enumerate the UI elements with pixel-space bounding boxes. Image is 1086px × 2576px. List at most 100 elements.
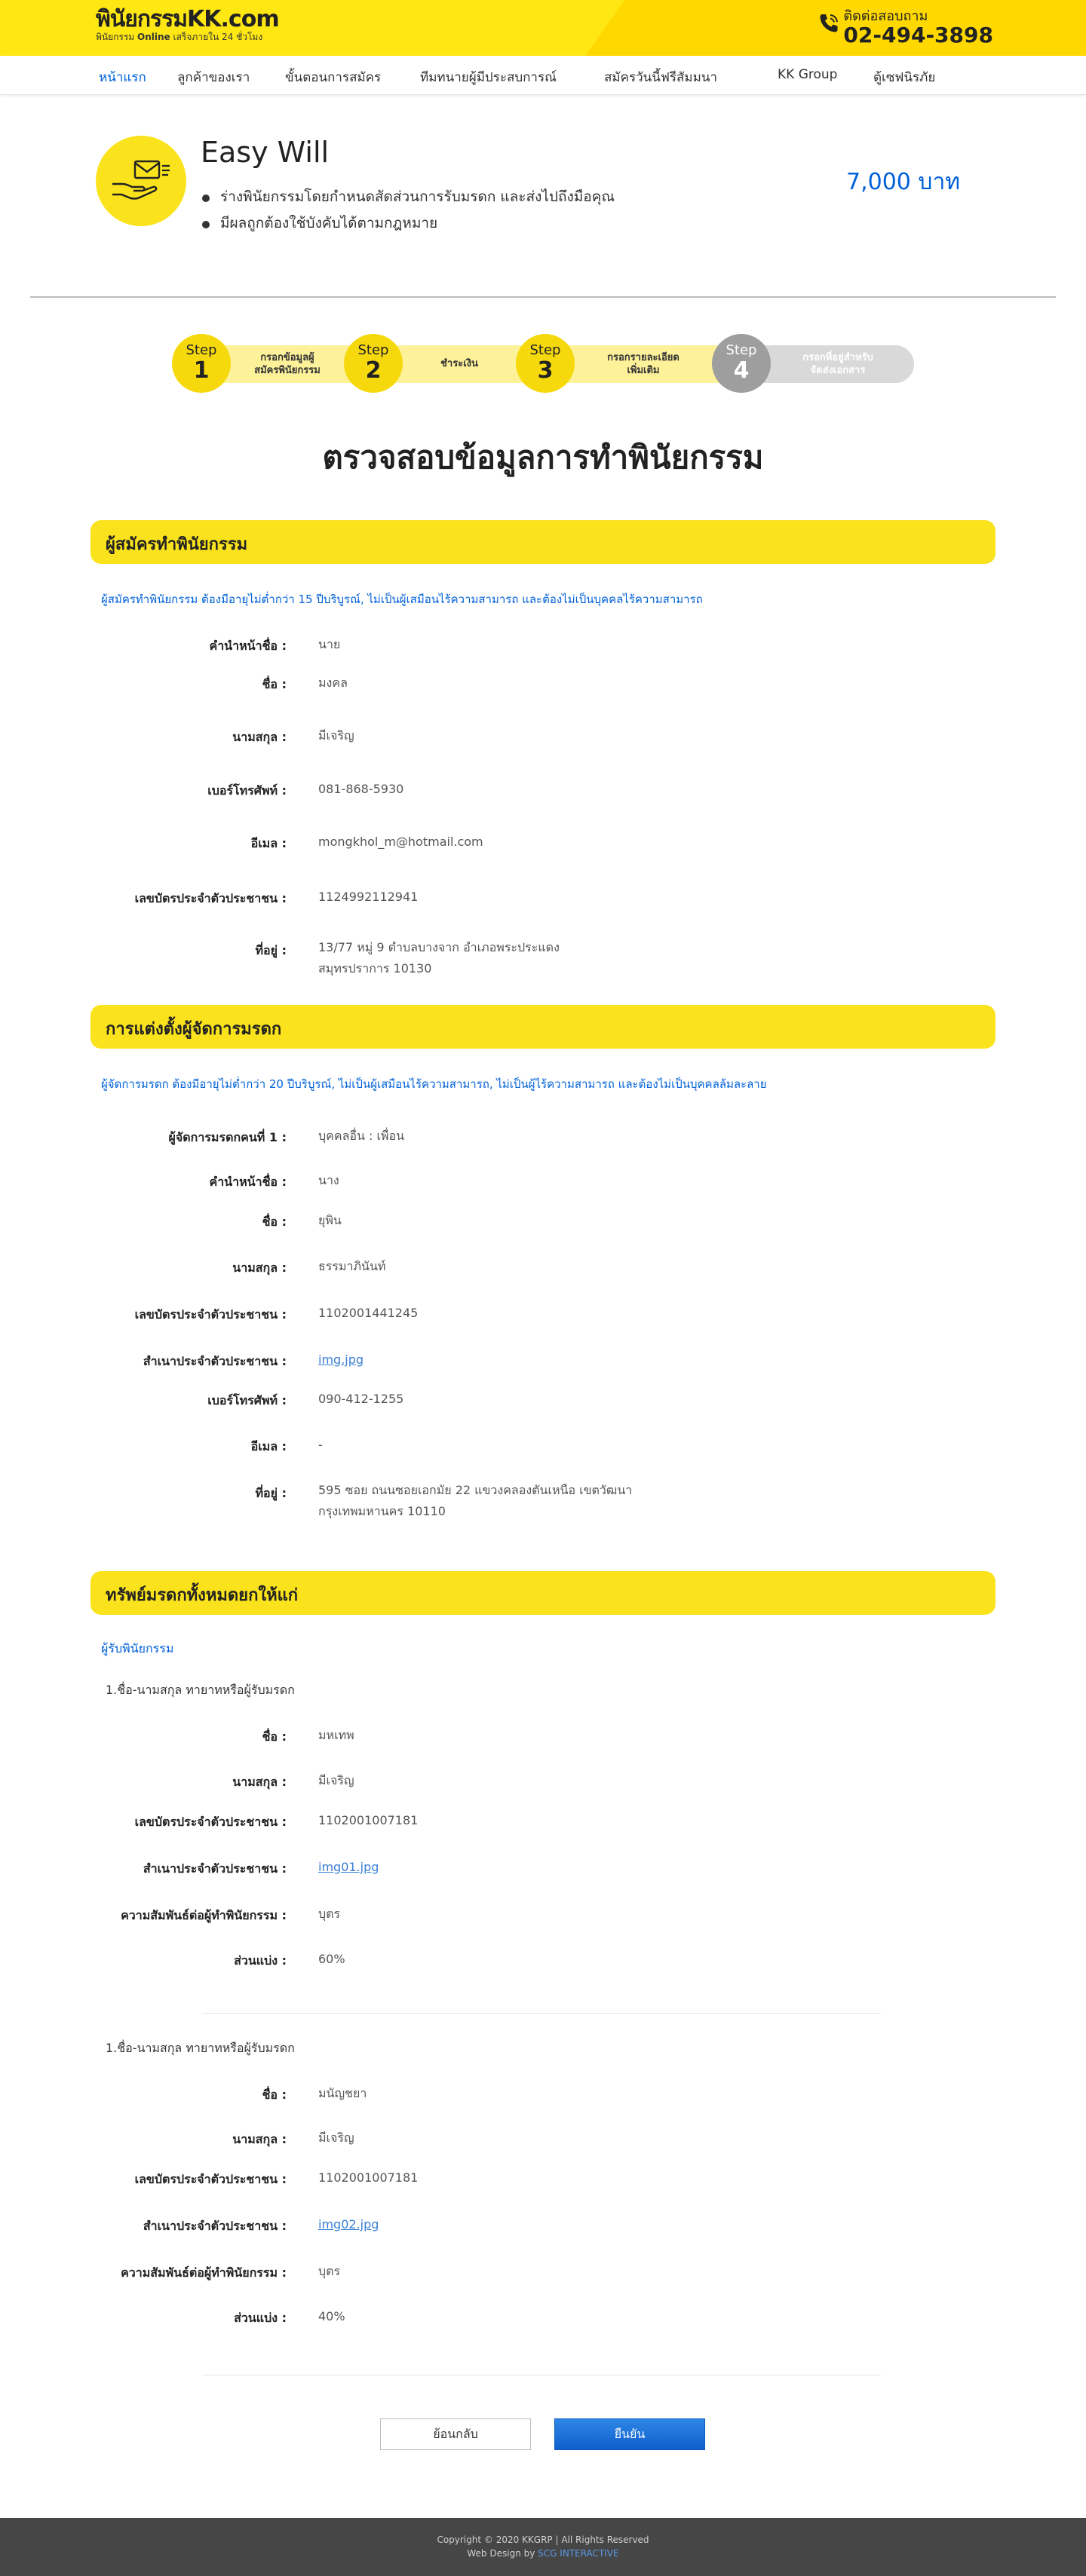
field-value: 1102001007181 [318,1813,419,1827]
back-button[interactable]: ย้อนกลับ [380,2418,531,2450]
field-value: 595 ซอย ถนนซอยเอกมัย 22 แขวงคลองตันเหนือ… [318,1483,633,1518]
field-value: นาง [318,1173,339,1187]
id-copy-link[interactable]: img02.jpg [318,2214,379,2235]
field-label: ชื่อ : [262,677,287,691]
confirm-button[interactable]: ยืนยัน [554,2418,705,2450]
nav-seminar[interactable]: สมัครวันนี้ฟรีสัมมนา [604,67,717,87]
product-icon [96,136,186,226]
field-value: 090-412-1255 [318,1392,404,1406]
field-value: - [318,1438,323,1452]
field-value: บุคคลอื่น : เพื่อน [318,1129,405,1143]
field-value: 1102001441245 [318,1306,419,1320]
hand-envelope-icon [112,160,170,200]
field-value: นาย [318,637,341,651]
logo-text: พินัยกรรมKK.com [96,6,280,32]
nav-customers[interactable]: ลูกค้าของเรา [177,67,250,87]
heir-1-title: 1.ชื่อ-นามสกุล ทายาทหรือผู้รับมรดก [106,1683,295,1697]
section-testator-header: ผู้สมัครทำพินัยกรรม [90,520,996,564]
product-price: 7,000 บาท [846,169,961,195]
field-label: เบอร์โทรศัพท์ : [207,783,287,798]
field-label: ชื่อ : [262,1214,287,1229]
field-label: คำนำหน้าชื่อ : [209,639,287,653]
section-assets-header: ทรัพย์มรดกทั้งหมดยกให้แก่ [90,1571,996,1615]
testator-note: ผู้สมัครทำพินัยกรรม ต้องมีอายุไม่ต่ำกว่า… [101,593,703,606]
field-label: เลขบัตรประจำตัวประชาชน : [134,1815,287,1829]
field-value: มีเจริญ [318,1773,354,1787]
feature-item: ร่างพินัยกรรมโดยกำหนดสัดส่วนการรับมรดก แ… [201,184,615,210]
field-label: เบอร์โทรศัพท์ : [207,1393,287,1407]
site-logo[interactable]: พินัยกรรมKK.com พินัยกรรม Online เสร็จภา… [96,6,280,42]
step-2-label: ชำระเงิน [440,358,478,369]
field-label: สำเนาประจำตัวประชาชน : [143,2219,287,2233]
main-nav: หน้าแรก ลูกค้าของเรา ขั้นตอนการสมัคร ทีม… [0,56,1086,95]
contact-phone[interactable]: 02-494-3898 [818,24,993,47]
product-features: ร่างพินัยกรรมโดยกำหนดสัดส่วนการรับมรดก แ… [201,184,615,237]
field-label: อีเมล : [250,1439,287,1453]
divider [30,296,1056,298]
top-header: พินัยกรรมKK.com พินัยกรรม Online เสร็จภา… [0,0,1086,56]
field-value: บุตร [318,2264,341,2278]
field-label: นามสกุล : [232,2132,287,2146]
field-value: บุตร [318,1907,341,1921]
id-copy-link[interactable]: img.jpg [318,1349,364,1371]
field-value: 40% [318,2309,345,2323]
copyright-text: Copyright © 2020 KKGRP | All Rights Rese… [437,2535,649,2545]
field-label: นามสกุล : [232,1775,287,1789]
field-label: ส่วนแบ่ง : [234,2311,287,2325]
field-value: มงคล [318,675,348,690]
footer: Copyright © 2020 KKGRP | All Rights Rese… [0,2518,1086,2576]
heir-2-title: 1.ชื่อ-นามสกุล ทายาทหรือผู้รับมรดก [106,2041,295,2055]
credit-text: Web Design by SCG INTERACTIVE [467,2548,619,2559]
executor-note: ผู้จัดการมรดก ต้องมีอายุไม่ต่ำกว่า 20 ปี… [101,1077,767,1091]
field-value: มนัญชยา [318,2086,367,2100]
field-label: เลขบัตรประจำตัวประชาชน : [134,1307,287,1322]
step-1: Step 1 [172,334,231,393]
page-title: ตรวจสอบข้อมูลการทำพินัยกรรม [322,439,764,476]
step-4-label: กรอกที่อยู่สำหรับ จัดส่งเอกสาร [802,352,873,376]
logo-tagline: พินัยกรรม Online เสร็จภายใน 24 ชั่วโมง [96,32,263,42]
feature-item: มีผลถูกต้องใช้บังคับได้ตามกฎหมาย [201,210,615,237]
field-label: ผู้จัดการมรดกคนที่ 1 : [168,1130,287,1144]
field-label: ที่อยู่ : [255,1486,287,1500]
section-executor-header: การแต่งตั้งผู้จัดการมรดก [90,1005,996,1049]
field-label: อีเมล : [250,836,287,850]
step-3: Step 3 [516,334,575,393]
field-label: นามสกุล : [232,1260,287,1275]
step-3-label: กรอกรายละเอียด เพิ่มเติม [607,352,680,376]
nav-home[interactable]: หน้าแรก [99,67,146,87]
field-label: คำนำหน้าชื่อ : [209,1175,287,1189]
field-label: ความสัมพันธ์ต่อผู้ทำพินัยกรรม : [121,2265,287,2280]
step-2: Step 2 [344,334,403,393]
beneficiaries-label: ผู้รับพินัยกรรม [101,1641,174,1656]
field-label: เลขบัตรประจำตัวประชาชน : [134,2172,287,2186]
nav-kk-group[interactable]: KK Group [778,67,837,82]
nav-steps[interactable]: ขั้นตอนการสมัคร [285,67,381,87]
field-label: ชื่อ : [262,1729,287,1744]
field-label: ความสัมพันธ์ต่อผู้ทำพินัยกรรม : [121,1908,287,1922]
field-value: 60% [318,1952,345,1966]
field-label: สำเนาประจำตัวประชาชน : [143,1861,287,1876]
credit-link[interactable]: SCG INTERACTIVE [538,2548,618,2559]
product-name: Easy Will [201,136,330,169]
field-value: มีเจริญ [318,2130,354,2145]
field-label: เลขบัตรประจำตัวประชาชน : [134,891,287,905]
field-label: สำเนาประจำตัวประชาชน : [143,1354,287,1368]
field-value: 13/77 หมู่ 9 ตำบลบางจาก อำเภอพระประแดง สม… [318,940,560,976]
field-label: ชื่อ : [262,2087,287,2102]
id-copy-link[interactable]: img01.jpg [318,1857,379,1878]
step-4: Step 4 [712,334,771,393]
contact-label: ติดต่อสอบถาม [843,8,928,24]
field-value: 1124992112941 [318,890,419,904]
field-value: ยุพิน [318,1213,342,1227]
field-label: ที่อยู่ : [255,943,287,957]
heir-divider [202,2013,881,2014]
contact-block[interactable]: ติดต่อสอบถาม 02-494-3898 [818,9,993,47]
field-value: มหเทพ [318,1728,354,1742]
field-value: 1102001007181 [318,2170,419,2185]
field-value: mongkhol_m@hotmail.com [318,835,483,849]
step-1-label: กรอกข้อมูลผู้ สมัครพินัยกรรม [254,352,321,376]
field-label: ส่วนแบ่ง : [234,1953,287,1968]
phone-icon [820,14,839,32]
nav-lawyers[interactable]: ทีมทนายผู้มีประสบการณ์ [420,67,557,87]
nav-safe[interactable]: ตู้เซฟนิรภัย [873,67,935,87]
